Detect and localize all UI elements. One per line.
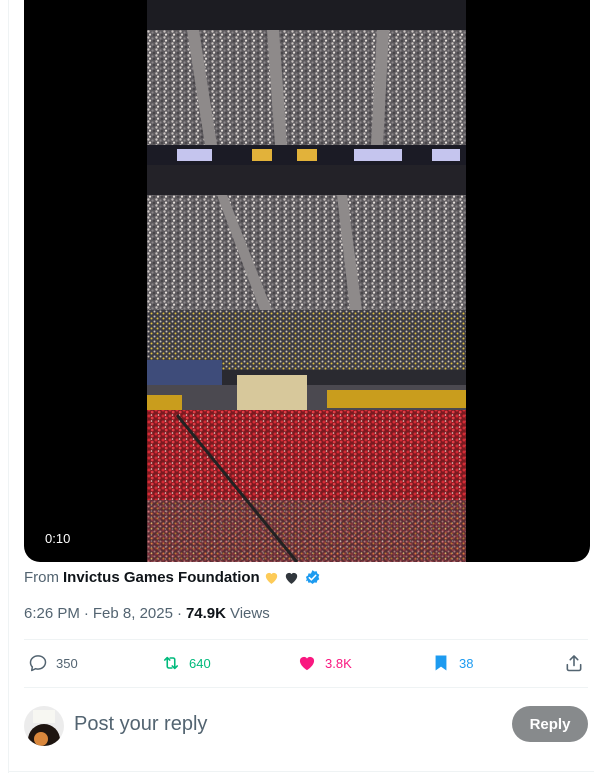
post-date[interactable]: Feb 8, 2025	[93, 605, 173, 622]
divider	[24, 687, 588, 688]
repost-icon	[163, 656, 179, 670]
video-timestamp: 0:10	[37, 526, 79, 552]
divider	[8, 771, 594, 772]
bookmark-count: 38	[459, 655, 474, 671]
views-count: 74.9K	[185, 604, 226, 622]
like-action-button[interactable]: 3.8K	[297, 652, 352, 674]
repost-action-button[interactable]: 640	[161, 652, 211, 674]
video-player[interactable]: 0:10	[24, 0, 590, 562]
source-prefix: From	[24, 568, 59, 586]
post-meta: 6:26 PM · Feb 8, 2025 · 74.9K Views	[24, 603, 270, 623]
action-bar: 350 640 3.8K 38	[24, 640, 588, 687]
video-frame	[147, 0, 466, 562]
like-count: 3.8K	[325, 655, 352, 671]
reply-action-button[interactable]: 350	[28, 652, 78, 674]
bookmark-icon	[435, 655, 447, 671]
heart-icon	[299, 656, 315, 671]
bookmark-action-button[interactable]: 38	[431, 652, 473, 674]
video-source: From Invictus Games Foundation	[24, 566, 321, 588]
reply-input[interactable]: Post your reply	[74, 713, 207, 736]
reply-count: 350	[56, 655, 78, 671]
views-label: Views	[229, 604, 270, 622]
avatar[interactable]	[24, 706, 64, 746]
meta-separator: ·	[83, 604, 89, 622]
black-heart-icon	[285, 572, 297, 584]
verified-badge-icon	[305, 569, 320, 584]
reply-icon	[29, 655, 47, 672]
source-account-link[interactable]: Invictus Games Foundation	[63, 569, 260, 586]
yellow-heart-icon	[265, 572, 277, 584]
meta-separator: ·	[176, 604, 182, 622]
share-icon	[566, 655, 582, 672]
repost-count: 640	[189, 655, 211, 671]
post-time[interactable]: 6:26 PM	[24, 605, 80, 622]
reply-composer: Post your reply Reply	[24, 700, 588, 750]
share-action-button[interactable]	[564, 652, 592, 674]
reply-button[interactable]: Reply	[512, 706, 588, 742]
